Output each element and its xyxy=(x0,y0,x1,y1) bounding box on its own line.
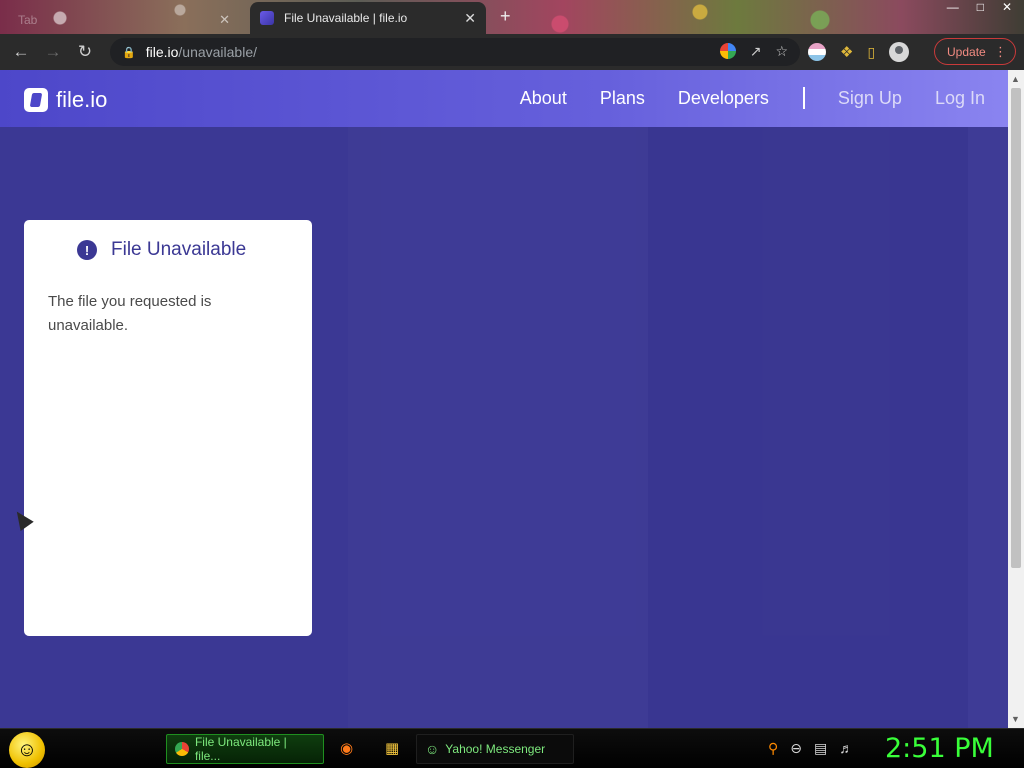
close-icon[interactable]: ✕ xyxy=(219,12,230,28)
url-path: /unavailable/ xyxy=(178,44,258,60)
tab-active[interactable]: File Unavailable | file.io ✕ xyxy=(250,2,486,34)
scroll-thumb[interactable] xyxy=(1011,88,1021,568)
card-message: The file you requested is unavailable. xyxy=(48,293,212,334)
taskbar-messenger-label: Yahoo! Messenger xyxy=(445,742,546,756)
page-viewport: file.io About Plans Developers Sign Up L… xyxy=(0,70,1008,728)
system-tray: ⚲ ⊖ ▤ ♬ xyxy=(768,740,853,757)
os-taskbar: ☺ File Unavailable | file... ◉ ▦ ☺ Yahoo… xyxy=(0,728,1024,768)
extension-flag-icon[interactable] xyxy=(808,43,826,61)
forward-arrow-icon[interactable]: → xyxy=(42,41,64,63)
extensions-puzzle-icon[interactable]: ❖ xyxy=(840,43,853,61)
side-panel-icon[interactable]: ▯ xyxy=(867,44,875,61)
close-icon[interactable]: ✕ xyxy=(464,10,476,27)
fileio-logo-icon xyxy=(24,88,48,112)
nav-login-link[interactable]: Log In xyxy=(935,88,985,109)
new-tab-button[interactable]: + xyxy=(500,6,511,27)
profile-avatar-icon[interactable] xyxy=(889,42,910,62)
bookmark-star-icon[interactable]: ☆ xyxy=(775,43,788,60)
update-button[interactable]: Update ⋮ xyxy=(934,38,1016,65)
minimize-icon[interactable]: — xyxy=(947,0,959,14)
window-controls: — □ ✕ xyxy=(947,0,1012,14)
tab-inactive-label: Tab xyxy=(18,13,38,27)
unavailable-card: ! File Unavailable The file you requeste… xyxy=(24,220,312,636)
main-nav: About Plans Developers Sign Up Log In xyxy=(487,87,985,109)
browser-toolbar: ← → ↻ 🔒 file.io /unavailable/ ↗ ☆ ❖ ▯ Up… xyxy=(0,34,1024,70)
network-icon[interactable]: ▤ xyxy=(814,740,827,757)
reload-icon[interactable]: ↻ xyxy=(74,41,96,63)
site-header: file.io About Plans Developers Sign Up L… xyxy=(0,70,1008,127)
card-header: ! File Unavailable xyxy=(77,239,246,261)
tab-inactive[interactable]: Tab ✕ xyxy=(8,6,240,34)
tab-title: File Unavailable | file.io xyxy=(284,11,408,25)
chrome-icon xyxy=(175,742,189,756)
minus-circle-icon[interactable]: ⊖ xyxy=(790,740,802,757)
url-host: file.io xyxy=(145,44,179,60)
taskbar-chrome-label: File Unavailable | file... xyxy=(194,735,287,763)
speaker-icon[interactable]: ♬ xyxy=(839,740,853,757)
update-label: Update xyxy=(947,44,986,59)
taskbar-yahoo-messenger[interactable]: ☺ Yahoo! Messenger xyxy=(416,734,574,764)
google-icon[interactable] xyxy=(719,43,736,59)
background-column xyxy=(348,70,648,728)
maximize-icon[interactable]: □ xyxy=(977,0,984,14)
share-icon[interactable]: ↗ xyxy=(750,43,762,60)
fileio-favicon-icon xyxy=(260,11,274,25)
extension-icons: ❖ ▯ xyxy=(808,42,910,62)
nav-about-link[interactable]: About xyxy=(520,88,567,109)
firefox-icon[interactable]: ◉ xyxy=(340,739,353,757)
folder-icon[interactable]: ▦ xyxy=(385,739,399,757)
scroll-down-arrow-icon[interactable]: ▼ xyxy=(1011,714,1020,724)
background-column xyxy=(648,70,968,728)
background-column xyxy=(968,70,1008,728)
yahoo-smiley-icon: ☺ xyxy=(425,741,440,757)
omnibox-actions: ↗ ☆ xyxy=(719,43,788,60)
browser-tab-strip: Tab ✕ File Unavailable | file.io ✕ + — □… xyxy=(0,0,1024,34)
taskbar-clock[interactable]: 2:51 PM xyxy=(885,733,994,764)
lock-icon[interactable]: 🔒 xyxy=(122,46,136,59)
taskbar-chrome-window[interactable]: File Unavailable | file... xyxy=(166,734,324,764)
key-icon[interactable]: ⚲ xyxy=(768,740,778,757)
nav-divider xyxy=(802,87,805,109)
more-menu-icon[interactable]: ⋮ xyxy=(994,44,1007,60)
exclamation-icon: ! xyxy=(77,240,97,260)
nav-developers-link[interactable]: Developers xyxy=(678,88,769,109)
page-scrollbar[interactable]: ▲ ▼ xyxy=(1008,70,1024,728)
close-window-icon[interactable]: ✕ xyxy=(1002,0,1012,14)
nav-plans-link[interactable]: Plans xyxy=(600,88,645,109)
back-arrow-icon[interactable]: ← xyxy=(10,41,32,63)
card-title: File Unavailable xyxy=(111,239,247,260)
nav-signup-link[interactable]: Sign Up xyxy=(838,88,902,109)
start-smiley-icon[interactable]: ☺ xyxy=(9,732,45,768)
site-logo[interactable]: file.io xyxy=(24,87,107,113)
logo-text: file.io xyxy=(56,87,108,112)
address-bar[interactable]: 🔒 file.io /unavailable/ ↗ ☆ xyxy=(110,38,800,66)
scroll-up-arrow-icon[interactable]: ▲ xyxy=(1011,74,1020,84)
